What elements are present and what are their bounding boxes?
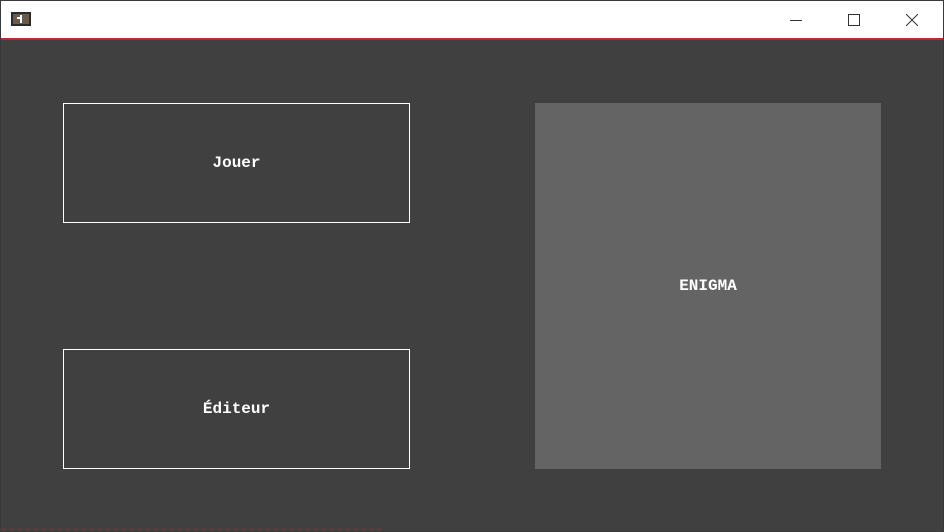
play-button-label: Jouer — [212, 154, 261, 172]
editor-button[interactable]: Éditeur — [63, 349, 410, 469]
minimize-icon — [790, 19, 802, 21]
editor-button-label: Éditeur — [202, 400, 271, 418]
app-icon — [11, 12, 31, 26]
maximize-icon — [848, 13, 860, 26]
close-icon — [906, 13, 918, 26]
close-button[interactable] — [889, 1, 935, 38]
play-button[interactable]: Jouer — [63, 103, 410, 223]
app-window: Jouer Éditeur ENIGMA — [0, 0, 944, 532]
title-bar[interactable] — [1, 1, 943, 40]
logo-panel: ENIGMA — [535, 103, 881, 469]
main-menu: Jouer Éditeur ENIGMA — [1, 40, 943, 531]
game-logo-text: ENIGMA — [679, 277, 737, 295]
minimize-button[interactable] — [773, 1, 819, 38]
render-artifact — [1, 528, 381, 531]
maximize-button[interactable] — [831, 1, 877, 38]
